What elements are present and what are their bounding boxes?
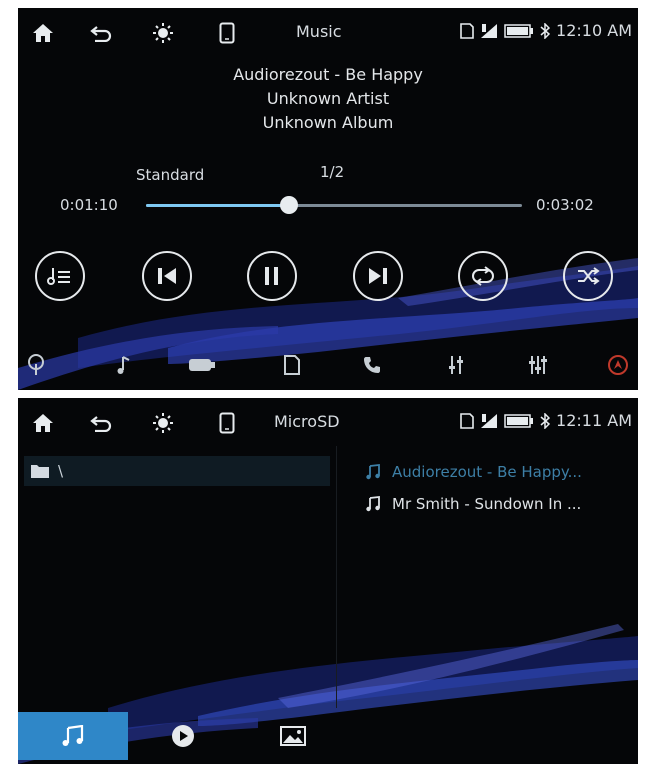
sd-card-icon [460,412,474,429]
tab-music[interactable] [18,712,128,760]
track-index: 1/2 [320,163,345,181]
phone-screen-icon[interactable] [214,410,240,436]
brightness-icon[interactable] [150,20,176,46]
nav-settings[interactable] [524,352,552,378]
sd-card-icon [460,22,474,39]
phone-screen-icon[interactable] [214,20,240,46]
seek-progress [146,204,289,207]
nav-equalizer[interactable] [442,352,470,378]
clock: 12:10 AM [556,21,632,40]
pane-divider [336,446,337,708]
photo-tab-icon [280,726,306,746]
bluetooth-icon [540,412,551,429]
music-file-icon [360,496,386,512]
previous-button[interactable] [142,251,192,301]
clock: 12:11 AM [556,411,632,430]
brightness-icon[interactable] [150,410,176,436]
playlist-button[interactable] [35,251,85,301]
folder-path-row[interactable]: \ [24,456,330,486]
shuffle-button[interactable] [563,251,613,301]
folder-icon [31,465,49,478]
nav-phone[interactable] [358,352,386,378]
tab-video[interactable] [148,712,218,760]
signal-icon [481,413,498,428]
background-wave-graphic [18,624,638,764]
settings-sliders-icon [529,356,547,374]
sd-icon [284,355,300,375]
music-tab-icon [62,725,84,746]
track-album: Unknown Album [262,113,394,132]
screen-title: MicroSD [274,412,340,431]
repeat-icon [472,266,494,286]
home-icon[interactable] [30,20,56,46]
track-title: Audiorezout - Be Happy [233,65,423,84]
nav-sd[interactable] [278,352,306,378]
seek-handle[interactable] [279,196,298,214]
bluetooth-icon [540,22,551,39]
signal-icon [481,23,498,38]
file-name: Mr Smith - Sundown In ... [392,495,582,513]
nav-navigation[interactable] [604,352,632,378]
eq-mode-label[interactable]: Standard [136,166,204,184]
previous-icon [158,268,176,284]
file-browser-screen: MicroSD 12:11 AM \ Audiorezout - Be Happ… [18,398,638,764]
bottom-navigation [18,338,638,388]
file-name: Audiorezout - Be Happy... [392,463,582,481]
pause-button[interactable] [247,251,297,301]
status-indicators: 12:10 AM [460,21,632,40]
repeat-button[interactable] [458,251,508,301]
seek-bar[interactable] [146,196,522,214]
battery-icon [504,23,534,38]
phone-call-icon [364,357,380,373]
equalizer-icon [449,356,463,374]
radio-icon [28,354,44,375]
track-artist: Unknown Artist [266,89,390,108]
total-duration: 0:03:02 [536,196,594,214]
file-item-selected[interactable]: Audiorezout - Be Happy... [340,458,638,486]
video-tab-icon [172,725,194,747]
file-item[interactable]: Mr Smith - Sundown In ... [340,490,638,518]
nav-radio[interactable] [22,352,50,378]
music-file-icon [360,464,386,480]
screen-title: Music [296,22,342,41]
shuffle-icon [578,267,600,285]
music-note-icon [117,356,130,374]
navigation-icon [608,355,628,375]
status-bar: MicroSD 12:11 AM [18,398,638,448]
pause-icon [265,267,278,285]
battery-icon [504,413,534,428]
back-icon[interactable] [88,410,114,436]
back-icon[interactable] [88,20,114,46]
music-player-screen: Music 12:10 AM Audiorezout - Be Happy Un… [18,8,638,390]
status-bar: Music 12:10 AM [18,8,638,58]
next-button[interactable] [353,251,403,301]
elapsed-time: 0:01:10 [60,196,118,214]
nav-music[interactable] [110,352,138,378]
nav-usb[interactable] [188,352,216,378]
usb-icon [189,359,215,371]
folder-path: \ [58,462,64,480]
home-icon[interactable] [30,410,56,436]
tab-photo[interactable] [258,712,328,760]
next-icon [369,268,387,284]
status-indicators: 12:11 AM [460,411,632,430]
playlist-icon [47,268,70,285]
